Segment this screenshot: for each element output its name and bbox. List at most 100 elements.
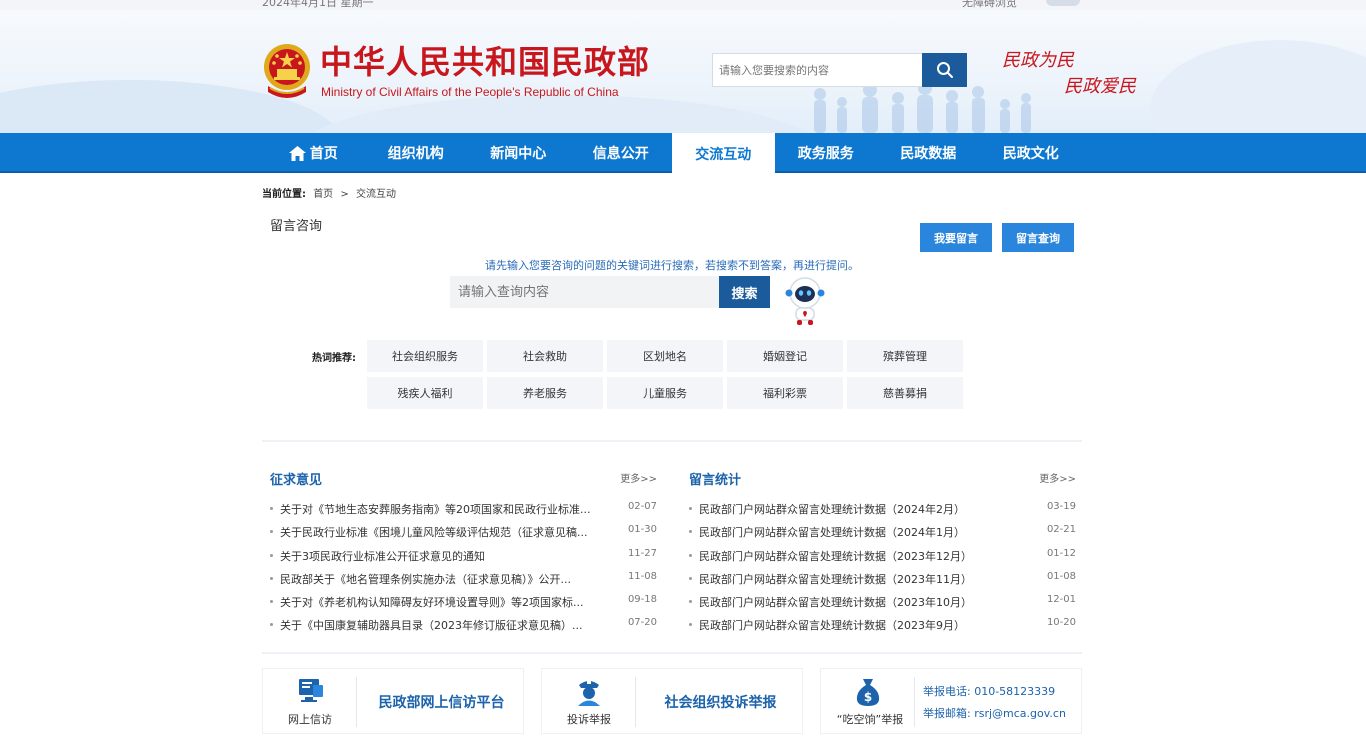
list-item[interactable]: 民政部关于《地名管理条例实施办法（征求意见稿）》公开... 11-08 (262, 568, 657, 591)
card-divider (914, 677, 915, 727)
header-search-input[interactable] (713, 54, 923, 86)
bullet-icon (689, 530, 692, 534)
svg-text:$: $ (864, 690, 872, 704)
hot-word-tag[interactable]: 福利彩票 (727, 377, 843, 409)
org-complaint-link[interactable]: 社会组织投诉举报 (637, 669, 804, 735)
opinions-header: 征求意见 更多>> (262, 458, 657, 496)
item-date: 02-07 (627, 501, 657, 512)
hot-word-tag[interactable]: 社会救助 (487, 340, 603, 372)
accessibility-toggle[interactable] (1046, 0, 1080, 6)
officer-icon (578, 681, 600, 706)
item-title: 关于对《节地生态安葬服务指南》等20项国家和民政行业标准... (280, 503, 591, 516)
hot-words-grid: 社会组织服务 社会救助 区划地名 婚姻登记 殡葬管理 残疾人福利 养老服务 儿童… (367, 340, 967, 409)
petition-platform-link[interactable]: 民政部网上信访平台 (358, 669, 525, 735)
robot-mascot-icon (785, 277, 825, 325)
consult-search-button[interactable]: 搜索 (719, 276, 770, 308)
stats-title: 留言统计 (689, 473, 742, 488)
nav-label: 首页 (309, 146, 338, 162)
fraud-label: “吃空饷”举报 (836, 713, 904, 726)
leave-message-button[interactable]: 我要留言 (920, 223, 992, 252)
slogan-line-2: 民政爱民 (1064, 76, 1136, 97)
item-title: 民政部门户网站群众留言处理统计数据（2023年12月） (699, 549, 972, 563)
main-nav: 首页 组织机构 新闻中心 信息公开 交流互动 政务服务 民政数据 民政文化 (0, 133, 1366, 175)
header-search-button[interactable] (922, 53, 967, 87)
fraud-icon-wrap: $ “吃空饷”举报 (833, 677, 903, 727)
current-date: 2024年4月1日 星期一 (262, 0, 374, 9)
header-search (712, 53, 967, 87)
list-item[interactable]: 关于对《节地生态安葬服务指南》等20项国家和民政行业标准... 02-07 (262, 498, 657, 521)
card-divider (635, 677, 636, 727)
hot-word-tag[interactable]: 残疾人福利 (367, 377, 483, 409)
nav-item-culture[interactable]: 民政文化 (980, 133, 1083, 173)
home-icon (288, 145, 306, 161)
item-date: 12-01 (1046, 594, 1076, 606)
nav-item-services[interactable]: 政务服务 (775, 133, 878, 173)
slogan-line-1: 民政为民 (1002, 50, 1074, 71)
bullet-icon (270, 576, 273, 580)
breadcrumb-label: 当前位置: (262, 189, 306, 200)
accessibility-link[interactable]: 无障碍浏览 (962, 0, 1017, 10)
item-date: 02-21 (1046, 524, 1076, 536)
item-title: 民政部门户网站群众留言处理统计数据（2024年1月） (699, 526, 965, 540)
hot-word-tag[interactable]: 儿童服务 (607, 377, 723, 409)
bullet-icon (270, 530, 273, 534)
item-title: 民政部门户网站群众留言处理统计数据（2024年2月） (699, 503, 965, 516)
opinions-column: 征求意见 更多>> 关于对《节地生态安葬服务指南》等20项国家和民政行业标准..… (262, 458, 657, 632)
hot-word-tag[interactable]: 婚姻登记 (727, 340, 843, 372)
item-date: 11-08 (627, 570, 657, 582)
item-date: 11-27 (627, 547, 657, 559)
item-date: 01-08 (1046, 570, 1076, 582)
item-title: 民政部门户网站群众留言处理统计数据（2023年11月） (699, 572, 972, 586)
opinions-more-link[interactable]: 更多>> (620, 470, 657, 485)
bullet-icon (689, 600, 692, 604)
list-item[interactable]: 关于3项民政行业标准公开征求意见的通知 11-27 (262, 545, 657, 568)
nav-item-news[interactable]: 新闻中心 (467, 133, 570, 173)
report-contact: 举报电话: 010-58123339 举报邮箱: rsrj@mca.gov.cn (923, 681, 1066, 725)
complaint-card[interactable]: 投诉举报 社会组织投诉举报 (541, 668, 803, 734)
bullet-icon (270, 623, 273, 627)
stats-column: 留言统计 更多>> 民政部门户网站群众留言处理统计数据（2024年2月） 03-1… (681, 458, 1076, 632)
list-item[interactable]: 民政部门户网站群众留言处理统计数据（2024年1月） 02-21 (681, 521, 1076, 544)
hot-word-tag[interactable]: 殡葬管理 (847, 340, 963, 372)
list-item[interactable]: 民政部门户网站群众留言处理统计数据（2023年10月） 12-01 (681, 591, 1076, 614)
list-item[interactable]: 关于对《养老机构认知障碍友好环境设置导则》等2项国家标... 09-18 (262, 591, 657, 614)
query-message-button[interactable]: 留言查询 (1002, 223, 1074, 252)
list-item[interactable]: 关于《中国康复辅助器具目录（2023年修订版征求意见稿）... 07-20 (262, 614, 657, 637)
breadcrumb-separator: > (340, 189, 349, 200)
consult-search-input[interactable] (450, 276, 720, 308)
bullet-icon (689, 553, 692, 557)
list-item[interactable]: 民政部门户网站群众留言处理统计数据（2024年2月） 03-19 (681, 498, 1076, 521)
report-email[interactable]: 举报邮箱: rsrj@mca.gov.cn (923, 703, 1066, 725)
item-title: 关于民政行业标准《困境儿童风险等级评估规范（征求意见稿... (280, 526, 588, 540)
bullet-icon (689, 623, 692, 627)
list-item[interactable]: 民政部门户网站群众留言处理统计数据（2023年9月） 10-20 (681, 614, 1076, 637)
top-strip: 2024年4月1日 星期一 无障碍浏览 (0, 0, 1366, 10)
nav-item-info-disclosure[interactable]: 信息公开 (570, 133, 673, 173)
nav-item-home[interactable]: 首页 (262, 133, 365, 173)
fraud-report-card[interactable]: $ “吃空饷”举报 举报电话: 010-58123339 举报邮箱: rsrj@… (820, 668, 1082, 734)
bullet-icon (689, 507, 692, 510)
nav-item-interaction[interactable]: 交流互动 (672, 133, 775, 175)
hot-word-tag[interactable]: 养老服务 (487, 377, 603, 409)
petition-label: 网上信访 (288, 713, 332, 726)
site-title-en: Ministry of Civil Affairs of the People'… (321, 85, 619, 99)
nav-item-organization[interactable]: 组织机构 (365, 133, 468, 173)
list-item[interactable]: 关于民政行业标准《困境儿童风险等级评估规范（征求意见稿... 01-30 (262, 521, 657, 544)
money-bag-icon: $ (856, 679, 880, 706)
nav-item-data[interactable]: 民政数据 (877, 133, 980, 173)
background-hill (1150, 40, 1366, 133)
breadcrumb-home-link[interactable]: 首页 (313, 189, 333, 200)
list-item[interactable]: 民政部门户网站群众留言处理统计数据（2023年12月） 01-12 (681, 545, 1076, 568)
hot-word-tag[interactable]: 区划地名 (607, 340, 723, 372)
hot-word-tag[interactable]: 社会组织服务 (367, 340, 483, 372)
complaint-label: 投诉举报 (567, 713, 611, 726)
petition-card[interactable]: 网上信访 民政部网上信访平台 (262, 668, 524, 734)
opinions-title: 征求意见 (270, 473, 323, 488)
stats-header: 留言统计 更多>> (681, 458, 1076, 496)
service-cards: 网上信访 民政部网上信访平台 投诉举报 社会组织投诉举报 $ “吃空饷”举报 举… (262, 668, 1082, 734)
list-item[interactable]: 民政部门户网站群众留言处理统计数据（2023年11月） 01-08 (681, 568, 1076, 591)
stats-more-link[interactable]: 更多>> (1039, 470, 1076, 485)
item-title: 关于《中国康复辅助器具目录（2023年修订版征求意见稿）... (280, 619, 583, 633)
hot-word-tag[interactable]: 慈善募捐 (847, 377, 963, 409)
item-date: 10-20 (1046, 617, 1076, 629)
